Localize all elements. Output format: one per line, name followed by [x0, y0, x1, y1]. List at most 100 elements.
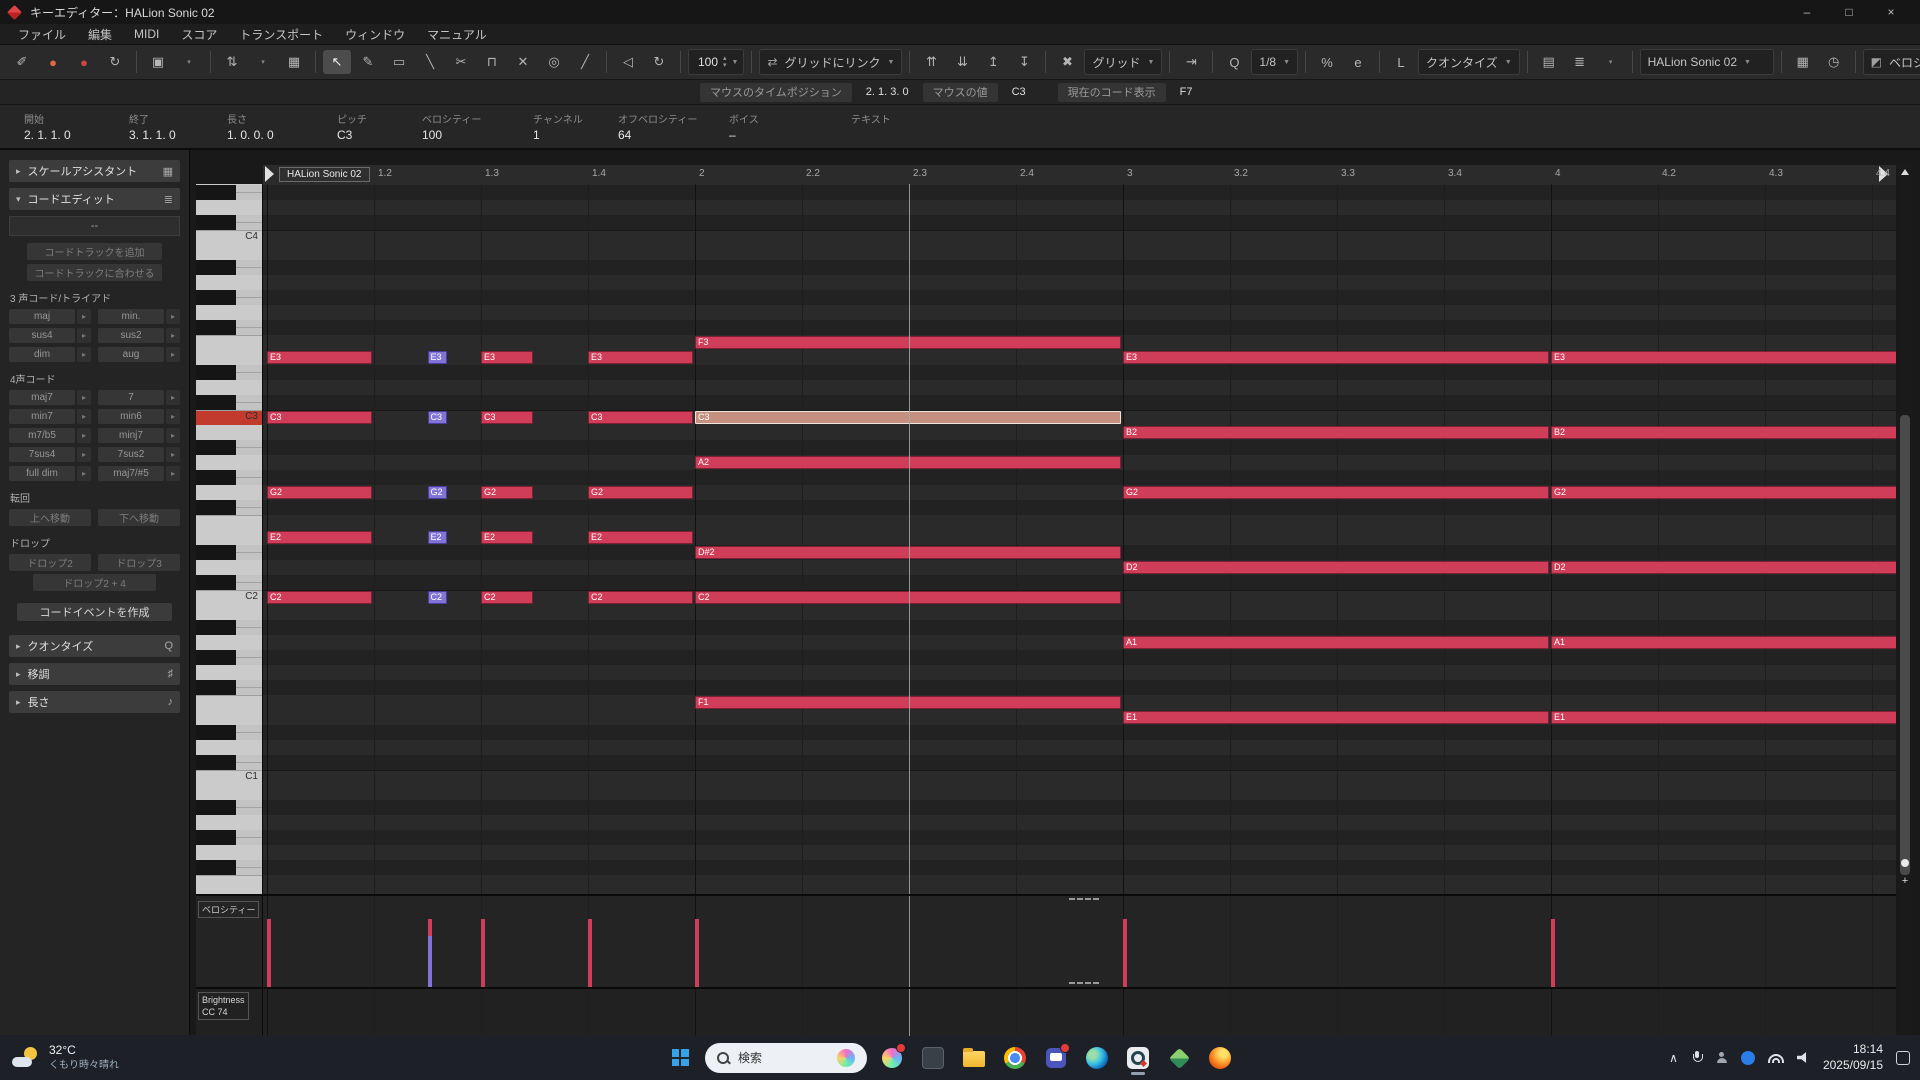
- status-blue-icon[interactable]: [1740, 1050, 1755, 1065]
- midi-note[interactable]: A1: [1551, 636, 1896, 649]
- drop-2-button[interactable]: ドロップ2: [9, 554, 91, 571]
- toolbar-quantize-toggle-button[interactable]: Q: [1220, 50, 1248, 74]
- piano-key[interactable]: C4: [196, 230, 262, 245]
- piano-key[interactable]: [196, 245, 262, 260]
- toolbar-nudge-down-button[interactable]: ↧: [1010, 50, 1038, 74]
- toolbar-grid-overlay-button[interactable]: ▦: [1789, 50, 1817, 74]
- tetrad-arrow-icon-5[interactable]: ▸: [166, 428, 180, 443]
- midi-note[interactable]: C3: [588, 411, 693, 424]
- tetrad-button-1[interactable]: 7: [98, 390, 164, 405]
- info-field-6[interactable]: オフベロシティー 64: [618, 105, 729, 148]
- midi-note[interactable]: C3: [267, 411, 372, 424]
- info-field-7[interactable]: ボイス –: [729, 105, 851, 148]
- maximize-button[interactable]: □: [1828, 0, 1870, 24]
- toolbar-midi-step-input-button[interactable]: ▦: [280, 50, 308, 74]
- midi-note[interactable]: C2: [588, 591, 693, 604]
- copilot-taskbar-button[interactable]: [876, 1040, 908, 1076]
- ruler-tick[interactable]: 1.3: [485, 168, 499, 179]
- piano-key[interactable]: [196, 455, 262, 470]
- info-field-0[interactable]: 開始 2. 1. 1. 0: [24, 105, 129, 148]
- lane-handle-top[interactable]: [1069, 898, 1099, 900]
- close-button[interactable]: ×: [1870, 0, 1912, 24]
- tetrad-arrow-icon-8[interactable]: ▸: [77, 466, 91, 481]
- toolbar-object-selection-button[interactable]: ↖: [323, 50, 351, 74]
- edge-taskbar-button[interactable]: [1081, 1040, 1113, 1076]
- toolbar-link-to-grid[interactable]: ⇄ グリッドにリンク ▼: [759, 49, 903, 75]
- piano-key[interactable]: [196, 200, 262, 215]
- toolbar-quantize-preset[interactable]: 1/8 ▼: [1251, 49, 1299, 75]
- section-transpose[interactable]: ▸ 移調 ♯: [9, 663, 180, 685]
- tetrad-button-8[interactable]: full dim: [9, 466, 75, 481]
- piano-key[interactable]: [196, 710, 262, 725]
- midi-note[interactable]: E3: [267, 351, 372, 364]
- drop-2-4-button[interactable]: ドロップ2 + 4: [33, 574, 156, 591]
- midi-note[interactable]: D2: [1551, 561, 1896, 574]
- velocity-bar[interactable]: [695, 919, 699, 987]
- piano-key[interactable]: [196, 215, 262, 230]
- toolbar-glue-button[interactable]: ⊓: [478, 50, 506, 74]
- section-quantize[interactable]: ▸ クオンタイズ Q: [9, 635, 180, 657]
- piano-key[interactable]: [196, 500, 262, 515]
- toolbar-snap-relative-button[interactable]: ⇥: [1177, 50, 1205, 74]
- midi-note[interactable]: A2: [695, 456, 1121, 469]
- tetrad-button-3[interactable]: min6: [98, 409, 164, 424]
- piano-key[interactable]: [196, 185, 262, 200]
- midi-note[interactable]: C2: [267, 591, 372, 604]
- app1-taskbar-button[interactable]: [917, 1040, 949, 1076]
- velocity-lane-label[interactable]: ベロシティー: [198, 901, 260, 918]
- step-up-icon[interactable]: ▴: [723, 55, 727, 62]
- piano-key[interactable]: [196, 320, 262, 335]
- ruler-tick[interactable]: 3.2: [1234, 168, 1248, 179]
- tetrad-button-2[interactable]: min7: [9, 409, 75, 424]
- piano-key[interactable]: [196, 605, 262, 620]
- midi-note[interactable]: D2: [1123, 561, 1549, 574]
- midi-note[interactable]: E1: [1551, 711, 1896, 724]
- info-field-2[interactable]: 長さ 1. 0. 0. 0: [227, 105, 337, 148]
- piano-key[interactable]: [196, 845, 262, 860]
- tetrad-button-0[interactable]: maj7: [9, 390, 75, 405]
- piano-key[interactable]: [196, 335, 262, 350]
- scroll-up-icon[interactable]: [1901, 169, 1909, 175]
- toolbar-show-part-borders-button[interactable]: ▤: [1535, 50, 1563, 74]
- piano-key[interactable]: [196, 365, 262, 380]
- section-length[interactable]: ▸ 長さ ♪: [9, 691, 180, 713]
- toolbar-time-display-button[interactable]: ◷: [1820, 50, 1848, 74]
- midi-note[interactable]: E2: [267, 531, 372, 544]
- midi-note[interactable]: G2: [1551, 486, 1896, 499]
- toolbar-auto-select-controllers-caret[interactable]: ▾: [249, 50, 277, 74]
- piano-key[interactable]: [196, 350, 262, 365]
- toolbar-iterative-quantize-button[interactable]: %: [1313, 50, 1341, 74]
- menu-item-2[interactable]: MIDI: [124, 26, 169, 42]
- velocity-lane[interactable]: [263, 894, 1896, 987]
- lane-handle-bottom[interactable]: [1069, 982, 1099, 984]
- scrollbar-thumb[interactable]: [1900, 415, 1910, 875]
- tetrad-arrow-icon-7[interactable]: ▸: [166, 447, 180, 462]
- notification-icon[interactable]: [1896, 1050, 1910, 1065]
- tetrad-arrow-icon-2[interactable]: ▸: [77, 409, 91, 424]
- ruler-tick[interactable]: 4.3: [1769, 168, 1783, 179]
- midi-note[interactable]: E2: [427, 531, 447, 544]
- piano-key[interactable]: [196, 635, 262, 650]
- tetrad-button-4[interactable]: m7/b5: [9, 428, 75, 443]
- toolbar-split-button[interactable]: ✂: [447, 50, 475, 74]
- drop-3-button[interactable]: ドロップ3: [98, 554, 180, 571]
- piano-key[interactable]: [196, 815, 262, 830]
- toolbar-nudge-up-button[interactable]: ↥: [979, 50, 1007, 74]
- tetrad-arrow-icon-4[interactable]: ▸: [77, 428, 91, 443]
- midi-note[interactable]: C2: [427, 591, 447, 604]
- info-field-4[interactable]: ベロシティー 100: [422, 105, 533, 148]
- piano-key[interactable]: [196, 260, 262, 275]
- triad-button-2[interactable]: sus4: [9, 328, 75, 343]
- piano-key[interactable]: [196, 470, 262, 485]
- menu-item-4[interactable]: トランスポート: [229, 25, 333, 44]
- triad-button-5[interactable]: aug: [98, 347, 164, 362]
- chord-display[interactable]: --: [9, 216, 180, 236]
- midi-note[interactable]: G2: [427, 486, 447, 499]
- inversion-button-1[interactable]: 下へ移動: [98, 509, 180, 526]
- toolbar-event-colors[interactable]: ◩ベロシティー▼: [1862, 49, 1920, 75]
- midi-note[interactable]: B2: [1123, 426, 1549, 439]
- piano-key[interactable]: [196, 575, 262, 590]
- timeline-ruler[interactable]: HALion Sonic 02 1.2 1.3 1.4 2 2.2 2.3 2.4 3 3.2 3…: [263, 165, 1896, 185]
- toolbar-acoustic-feedback-button[interactable]: ●: [70, 50, 98, 74]
- zoom-in-button[interactable]: +: [1898, 875, 1912, 887]
